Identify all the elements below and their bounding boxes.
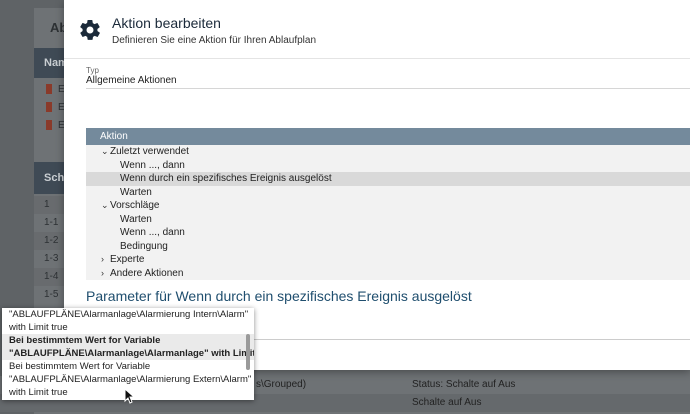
list-item: 1-3 [44, 253, 59, 264]
dropdown-option[interactable]: Bei bestimmtem Wert for Variable "ABLAUFP… [2, 334, 254, 360]
gear-icon [80, 19, 100, 40]
dropdown-option-text: "ABLAUFPLÄNE\Alarmanlage\Alarmierung Int… [9, 309, 249, 320]
alarm-icon [46, 102, 52, 112]
tree-item[interactable]: Wenn ..., dann [86, 159, 690, 173]
tree-group[interactable]: ⌄ Vorschläge [86, 199, 690, 213]
dropdown-option-text: "ABLAUFPLÄNE\Alarmanlage\Alarmanlage" wi… [9, 348, 254, 359]
background-header2-label: Sch [44, 172, 65, 184]
tree-item-label: Andere Aktionen [110, 267, 184, 279]
background-list: 1 1-1 1-2 1-3 1-4 1-5 [34, 196, 64, 304]
action-tree: Aktion ⌄ Zuletzt verwendet Wenn ..., dann W… [86, 128, 690, 280]
tree-item[interactable]: Warten [86, 186, 690, 200]
tree-item[interactable]: Wenn ..., dann [86, 226, 690, 240]
list-item: 1-4 [34, 268, 64, 286]
tree-item-label: Experte [110, 254, 145, 265]
list-item: 1-2 [34, 232, 64, 250]
tree-item-label: Wenn durch ein spezifisches Ereignis aus… [120, 173, 332, 184]
tree-item-label: Wenn ..., dann [120, 227, 185, 238]
mouse-cursor-icon [124, 388, 136, 404]
list-item: 1 [34, 196, 64, 214]
dialog-title: Aktion bearbeiten [112, 15, 221, 31]
tree-item-label: Zuletzt verwendet [110, 146, 189, 157]
type-select[interactable]: Allgemeine Aktionen [86, 75, 177, 86]
action-tree-header: Aktion [86, 128, 690, 145]
alarm-icon [46, 120, 52, 130]
chevron-right-icon[interactable]: › [101, 267, 104, 281]
chevron-down-icon[interactable]: ⌄ [101, 199, 109, 213]
chevron-down-icon[interactable]: ⌄ [101, 145, 109, 159]
alarm-icon [46, 84, 52, 94]
dropdown-option-text: Bei bestimmtem Wert for Variable [9, 361, 151, 372]
tree-item[interactable]: Bedingung [86, 240, 690, 254]
dialog-subtitle: Definieren Sie eine Aktion für Ihren Abl… [112, 35, 317, 46]
list-item: 1-5 [44, 289, 59, 300]
type-label: Typ [86, 66, 99, 75]
tree-item[interactable]: Wenn durch ein spezifisches Ereignis aus… [86, 172, 690, 186]
tree-item-label: Vorschläge [110, 200, 160, 211]
tree-item-label: Wenn ..., dann [120, 159, 185, 171]
tree-item[interactable]: Warten [86, 213, 690, 227]
dropdown-option-text: "ABLAUFPLÄNE\Alarmanlage\Alarmierung Ext… [9, 374, 252, 385]
parameter-title: Parameter für Wenn durch ein spezifische… [86, 288, 472, 304]
tree-group[interactable]: › Andere Aktionen [86, 267, 690, 281]
row-text: s\Grouped) [256, 379, 307, 390]
variable-dropdown-list[interactable]: "ABLAUFPLÄNE\Alarmanlage\Alarmierung Int… [2, 308, 254, 400]
dropdown-option-text: with Limit true [9, 322, 68, 333]
tree-item-label: Bedingung [120, 240, 168, 252]
type-underline [86, 88, 690, 89]
tree-group[interactable]: ⌄ Zuletzt verwendet [86, 145, 690, 159]
chevron-right-icon[interactable]: › [101, 253, 104, 267]
list-item: 1-1 [44, 217, 59, 228]
scrollbar[interactable] [246, 334, 250, 370]
row-status: Status: Schalte auf Aus [412, 379, 516, 390]
tree-group[interactable]: › Experte [86, 253, 690, 267]
row-status: Schalte auf Aus [412, 397, 482, 408]
dropdown-option[interactable]: "ABLAUFPLÄNE\Alarmanlage\Alarmierung Int… [2, 308, 254, 334]
tree-item-label: Warten [120, 213, 152, 225]
dialog-header: Aktion bearbeiten Definieren Sie eine Ak… [64, 0, 690, 58]
tree-item-label: Warten [120, 186, 152, 198]
divider [64, 58, 690, 59]
dropdown-option-text: Bei bestimmtem Wert for Variable [9, 335, 161, 346]
